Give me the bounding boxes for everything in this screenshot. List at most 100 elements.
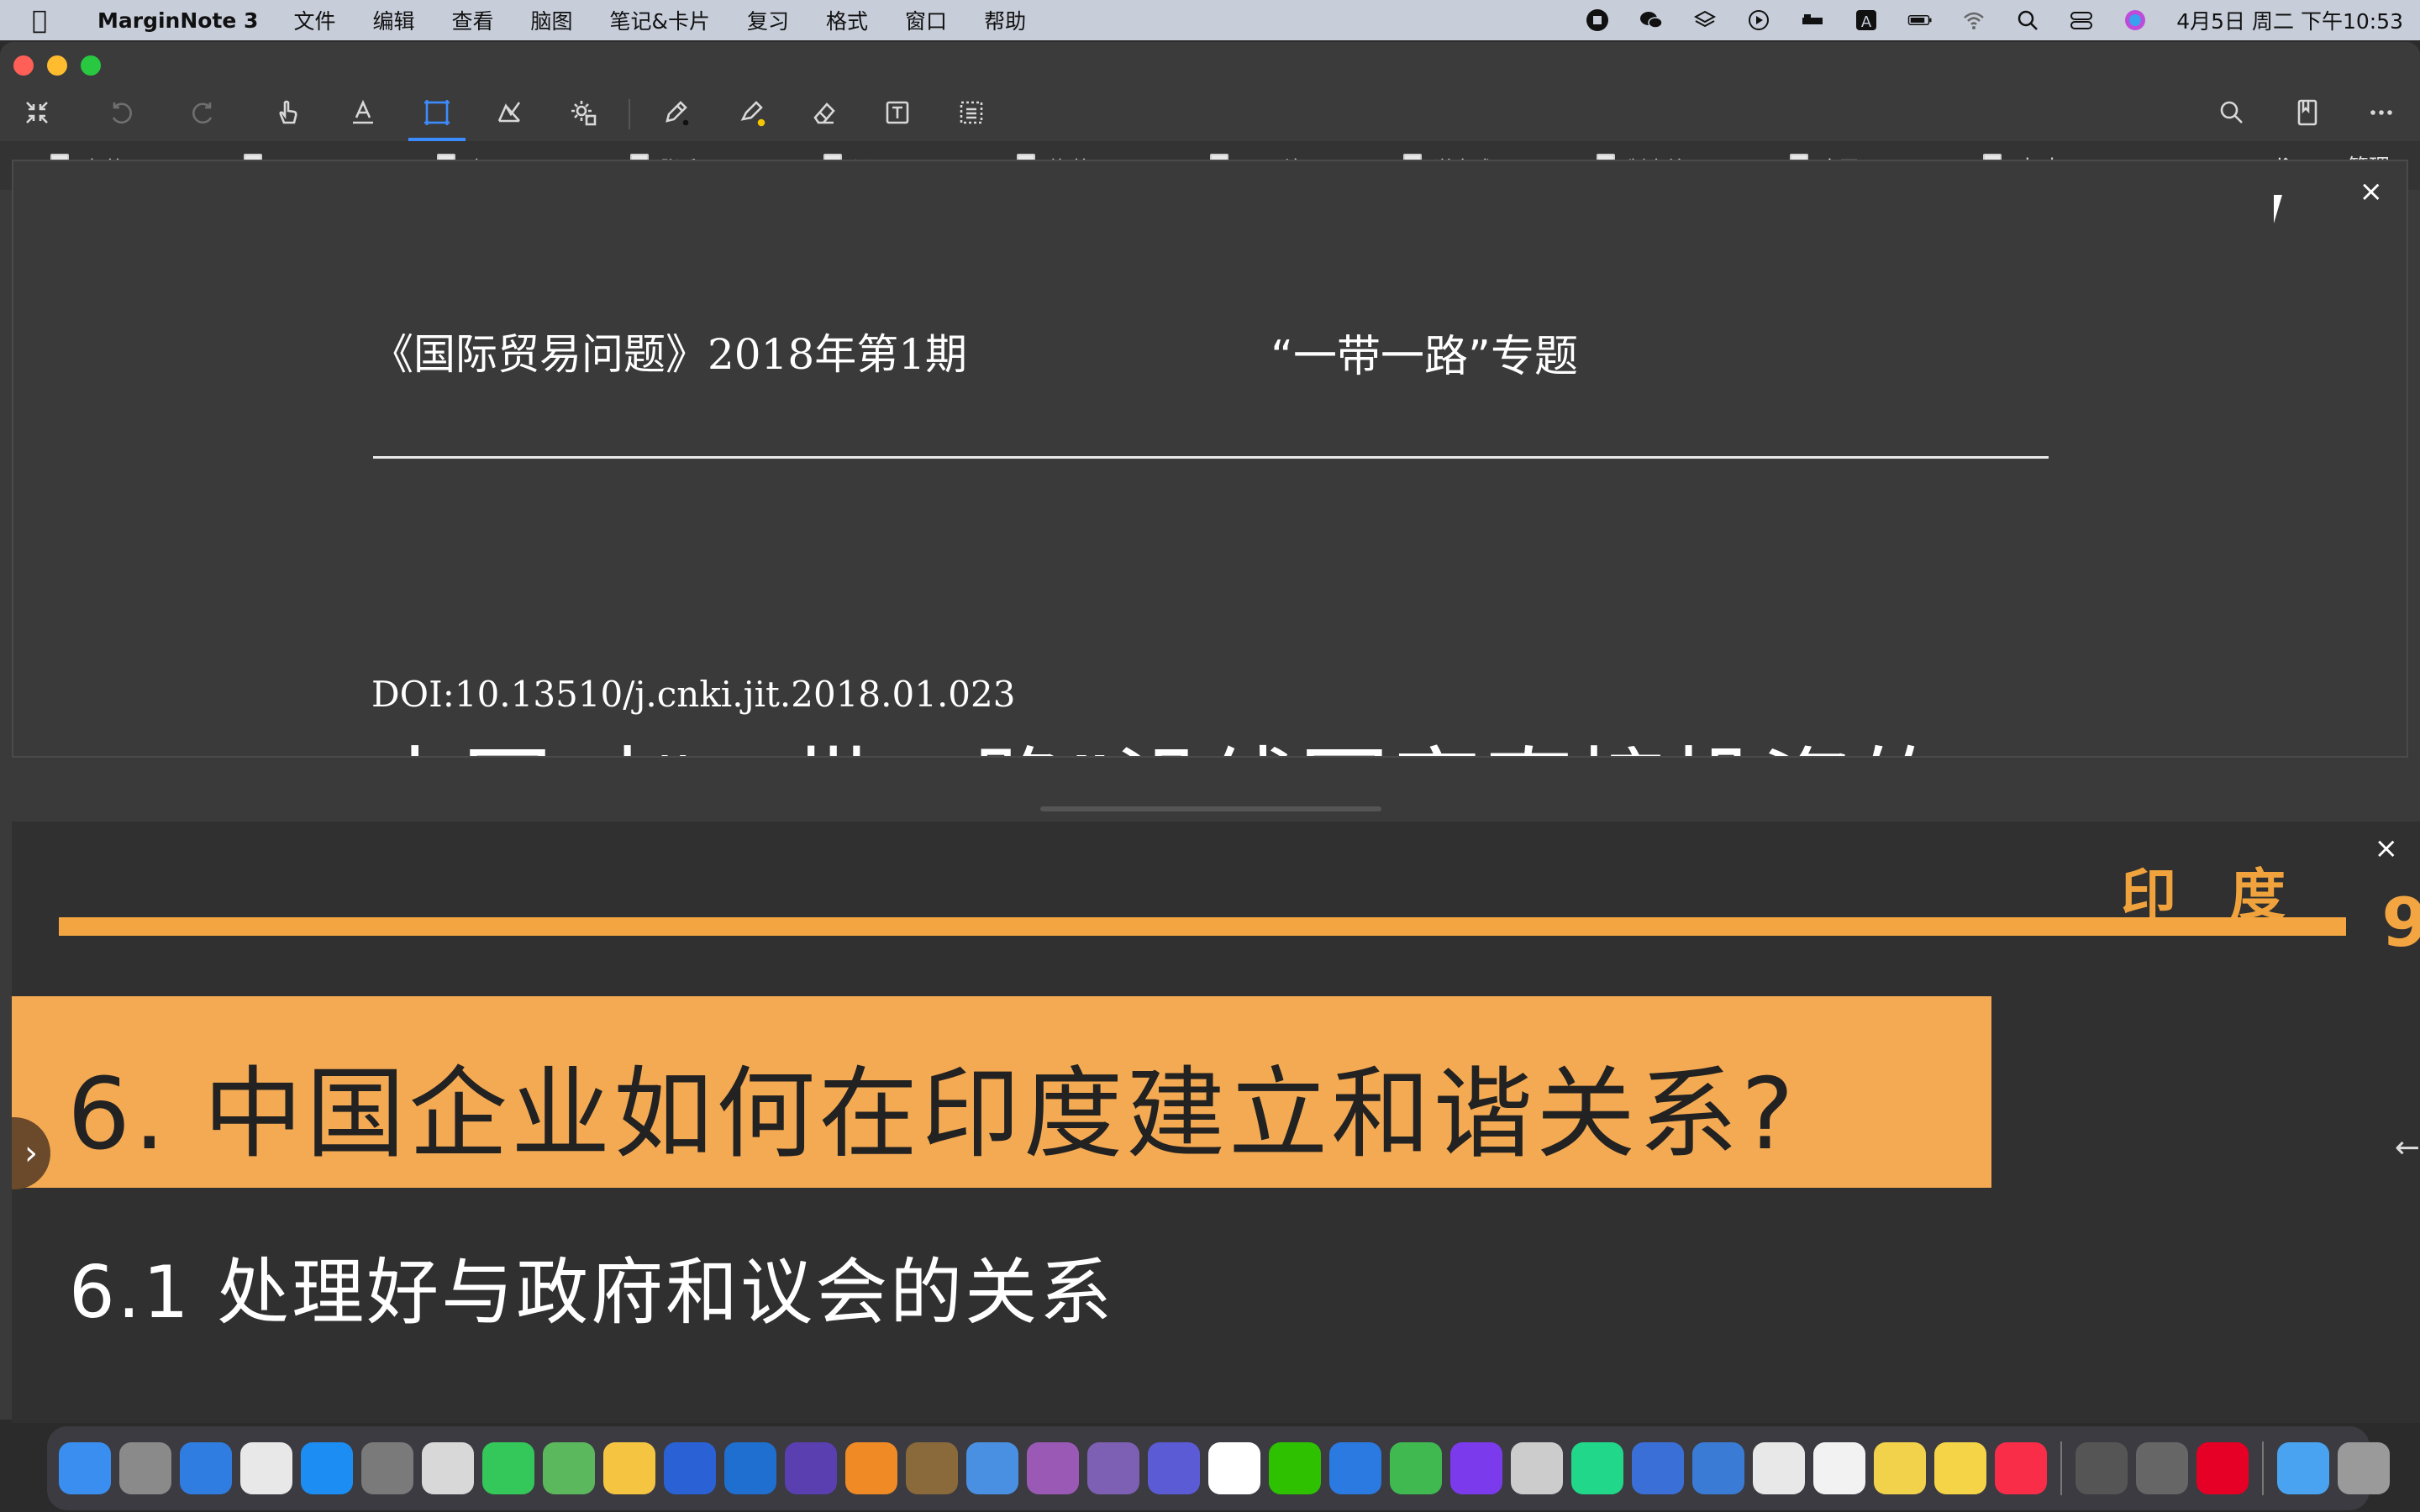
textbox-icon[interactable]: [876, 92, 919, 133]
search-app-icon[interactable]: [1208, 1442, 1260, 1494]
dock-separator: [2060, 1441, 2062, 1495]
text-highlight-icon[interactable]: [341, 92, 385, 133]
menu-window[interactable]: 窗口: [905, 5, 947, 35]
menu-help[interactable]: 帮助: [984, 5, 1026, 35]
xcode-icon[interactable]: [724, 1442, 776, 1494]
settings-gear-icon[interactable]: [561, 92, 605, 133]
slide-orange-bar: [59, 917, 2346, 936]
doi-text: DOI:10.13510/j.cnki.jit.2018.01.023: [371, 674, 1016, 715]
app-store-icon[interactable]: [301, 1442, 353, 1494]
library-icon[interactable]: [906, 1442, 958, 1494]
back-arrow-icon[interactable]: ←: [2395, 1131, 2420, 1165]
bookmark-icon[interactable]: [2286, 92, 2329, 133]
downloader-icon[interactable]: [1027, 1442, 1079, 1494]
music-icon[interactable]: [1995, 1442, 2047, 1494]
chrome-icon[interactable]: [240, 1442, 292, 1494]
more-icon[interactable]: [2360, 92, 2403, 133]
safari-icon[interactable]: [180, 1442, 232, 1494]
layers-icon[interactable]: [1692, 8, 1718, 33]
mouse-cursor-icon: [2274, 195, 2291, 223]
messages-icon[interactable]: [482, 1442, 534, 1494]
finder-icon[interactable]: [59, 1442, 111, 1494]
photos-icon[interactable]: [603, 1442, 655, 1494]
app-menu[interactable]: MarginNote 3: [97, 8, 258, 33]
hand-pointer-icon[interactable]: [266, 92, 309, 133]
input-source-icon[interactable]: A: [1854, 8, 1879, 33]
notebook-icon[interactable]: [1087, 1442, 1139, 1494]
downloads-folder-icon[interactable]: [2277, 1442, 2329, 1494]
pycharm-icon[interactable]: [1571, 1442, 1623, 1494]
menu-review[interactable]: 复习: [747, 5, 789, 35]
apple-menu-icon[interactable]: : [32, 6, 74, 35]
infuse-icon[interactable]: [2075, 1442, 2128, 1494]
collapse-icon[interactable]: [15, 92, 59, 133]
sigma-icon[interactable]: [1692, 1442, 1744, 1494]
finder-cat-icon[interactable]: [966, 1442, 1018, 1494]
battery-icon[interactable]: [1907, 8, 1933, 33]
menu-file[interactable]: 文件: [293, 5, 335, 35]
trash-icon[interactable]: [2338, 1442, 2390, 1494]
menubar-clock[interactable]: 4月5日 周二 下午10:53: [2176, 5, 2403, 35]
marginnote-icon[interactable]: [664, 1442, 716, 1494]
column-header: “一带一路”专题: [1270, 332, 1578, 382]
minimize-window-button[interactable]: [47, 55, 67, 76]
menu-edit[interactable]: 编辑: [372, 5, 414, 35]
stickies-icon[interactable]: [1874, 1442, 1926, 1494]
paper-title: 中国对“一带一路”沿线国家直接投资的: [370, 717, 1946, 756]
shortcuts-icon[interactable]: [1148, 1442, 1200, 1494]
close-window-button[interactable]: [13, 55, 34, 76]
eraser-icon[interactable]: [802, 92, 845, 133]
numbers-icon[interactable]: [1390, 1442, 1442, 1494]
netease-music-icon[interactable]: [2196, 1442, 2249, 1494]
spotlight-icon[interactable]: [2015, 8, 2040, 33]
menu-view[interactable]: 查看: [451, 5, 493, 35]
siri-icon[interactable]: [2123, 8, 2148, 33]
wechat-icon[interactable]: [1269, 1442, 1321, 1494]
undo-icon[interactable]: [99, 92, 143, 133]
control-center-icon[interactable]: [2069, 8, 2094, 33]
notes-icon[interactable]: [1934, 1442, 1986, 1494]
stop-recording-icon[interactable]: [1585, 8, 1610, 33]
pdf-viewer-pane[interactable]: × 《国际贸易问题》2018年第1期 “一带一路”专题 DOI:10.13510…: [12, 160, 2408, 758]
dock-separator: [2262, 1441, 2264, 1495]
slide-edge-glyph: 9: [2381, 884, 2420, 962]
toolbar-separator: [629, 99, 630, 129]
menubar:  MarginNote 3 文件 编辑 查看 脑图 笔记&卡片 复习 格式 窗…: [0, 0, 2420, 40]
wechat-status-icon[interactable]: [1639, 8, 1664, 33]
alfred-icon[interactable]: [785, 1442, 837, 1494]
rectangle-select-icon[interactable]: [408, 92, 466, 141]
menu-notes-cards[interactable]: 笔记&卡片: [610, 5, 711, 35]
reminders-icon[interactable]: [1813, 1442, 1865, 1494]
system-preferences-icon[interactable]: [361, 1442, 413, 1494]
highlighter-icon[interactable]: [729, 92, 773, 133]
grid-app-icon[interactable]: [1632, 1442, 1684, 1494]
close-pane-icon[interactable]: ×: [2360, 175, 2384, 208]
wifi-icon[interactable]: [1961, 8, 1986, 33]
maps-icon[interactable]: [543, 1442, 595, 1494]
mail-icon[interactable]: [1329, 1442, 1381, 1494]
books-icon[interactable]: [845, 1442, 897, 1494]
slide-viewer-pane[interactable]: × 印度 9 6. 中国企业如何在印度建立和谐关系? 6.1 处理好与政府和议会…: [12, 822, 2420, 1423]
toolbar: [0, 86, 2420, 141]
search-icon[interactable]: [2210, 92, 2254, 133]
pane-splitter-handle[interactable]: [1040, 806, 1381, 811]
bed-icon[interactable]: [1800, 8, 1825, 33]
keyboard-icon[interactable]: [1511, 1442, 1563, 1494]
play-circle-icon[interactable]: [1746, 8, 1771, 33]
pen-icon[interactable]: [654, 92, 697, 133]
preview-icon[interactable]: [422, 1442, 474, 1494]
slide-question-text: 6. 中国企业如何在印度建立和谐关系?: [67, 1056, 1797, 1172]
grid-select-icon[interactable]: [950, 92, 993, 133]
close-pane-icon[interactable]: ×: [2375, 832, 2399, 865]
lasso-icon[interactable]: [487, 92, 531, 133]
obsidian-icon[interactable]: [1450, 1442, 1502, 1494]
slide-question-box: 6. 中国企业如何在印度建立和谐关系?: [12, 996, 1991, 1188]
scrobbles-icon[interactable]: [1753, 1442, 1805, 1494]
menu-format[interactable]: 格式: [826, 5, 868, 35]
redo-icon[interactable]: [182, 92, 225, 133]
dock: [47, 1426, 2390, 1510]
bartender-icon[interactable]: [2136, 1442, 2188, 1494]
menu-mindmap[interactable]: 脑图: [531, 5, 573, 35]
launchpad-icon[interactable]: [119, 1442, 171, 1494]
fullscreen-window-button[interactable]: [81, 55, 101, 76]
